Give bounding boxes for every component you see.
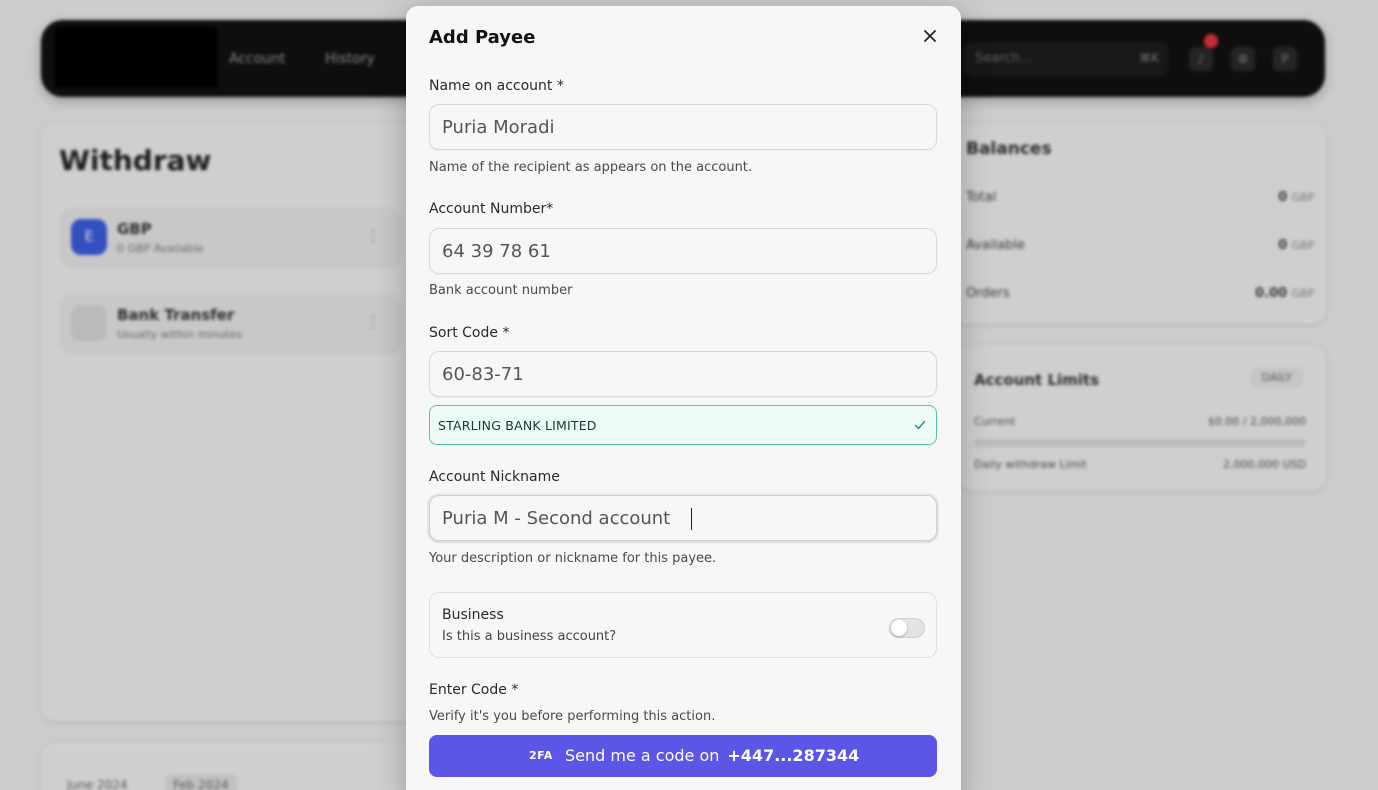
account-number-field[interactable] bbox=[429, 228, 937, 274]
name-field[interactable] bbox=[429, 104, 937, 150]
name-label: Name on account * bbox=[429, 78, 564, 94]
close-button[interactable] bbox=[920, 26, 940, 46]
send-code-button[interactable]: 2FA Send me a code on +447...287344 bbox=[429, 735, 937, 777]
nickname-label: Account Nickname bbox=[429, 469, 560, 485]
business-toggle[interactable] bbox=[889, 618, 925, 638]
modal-title: Add Payee bbox=[429, 27, 536, 48]
business-title: Business bbox=[442, 607, 504, 623]
toggle-knob bbox=[891, 620, 907, 636]
sort-code-label: Sort Code * bbox=[429, 325, 510, 341]
account-number-input[interactable] bbox=[430, 229, 936, 273]
bank-lookup-result: STARLING BANK LIMITED bbox=[429, 405, 937, 445]
send-code-label: Send me a code on +447...287344 bbox=[565, 746, 860, 765]
close-icon bbox=[924, 30, 936, 42]
2fa-icon: 2FA bbox=[529, 749, 553, 762]
nickname-field[interactable] bbox=[429, 495, 937, 541]
code-help: Verify it's you before performing this a… bbox=[429, 709, 716, 724]
account-number-label: Account Number* bbox=[429, 201, 554, 217]
add-payee-modal: Add Payee Name on account * Name of the … bbox=[406, 6, 961, 790]
name-input[interactable] bbox=[430, 105, 936, 149]
nickname-input[interactable] bbox=[430, 496, 936, 540]
phone-number: +447...287344 bbox=[727, 746, 860, 765]
check-icon bbox=[914, 420, 926, 430]
nickname-help: Your description or nickname for this pa… bbox=[429, 551, 717, 566]
business-setting: Business Is this a business account? bbox=[429, 592, 937, 658]
business-subtitle: Is this a business account? bbox=[442, 629, 617, 644]
bank-name: STARLING BANK LIMITED bbox=[438, 418, 597, 433]
account-number-help: Bank account number bbox=[429, 283, 573, 298]
sort-code-field[interactable] bbox=[429, 351, 937, 397]
name-help: Name of the recipient as appears on the … bbox=[429, 160, 753, 175]
text-cursor bbox=[691, 508, 692, 530]
code-label: Enter Code * bbox=[429, 682, 519, 698]
sort-code-input[interactable] bbox=[430, 352, 936, 396]
